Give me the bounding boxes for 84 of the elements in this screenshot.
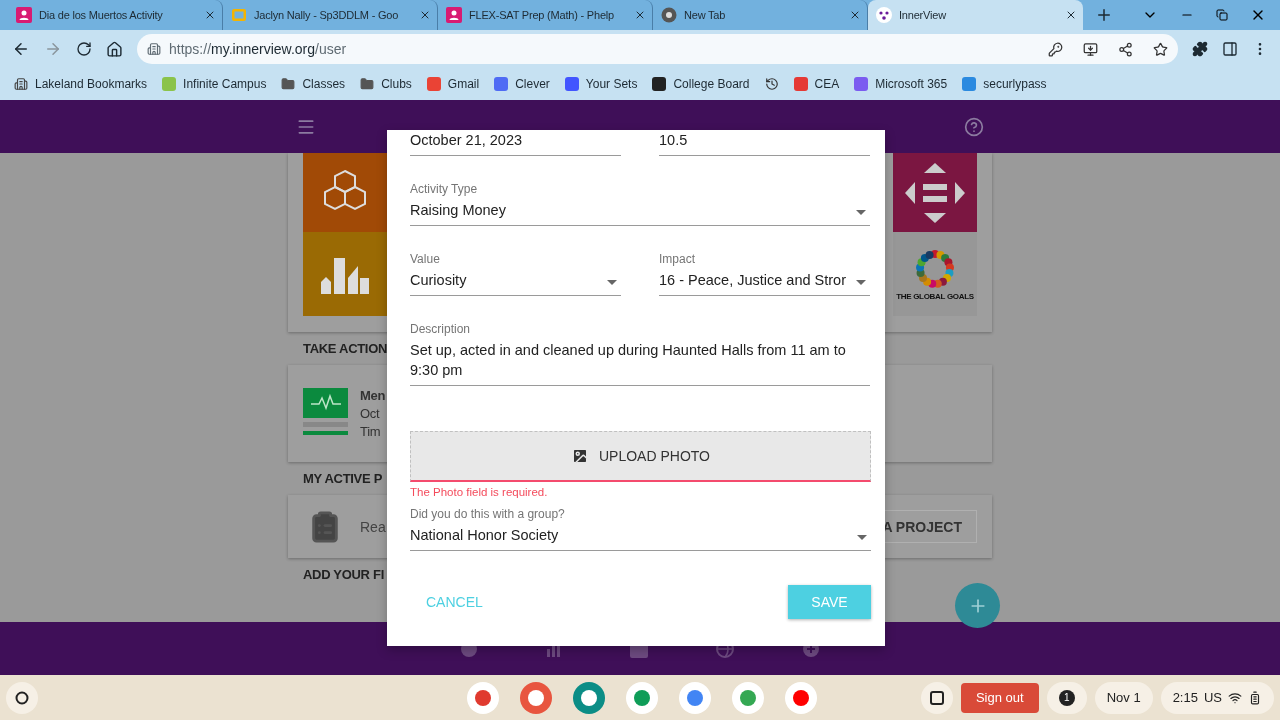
bookmark[interactable]: securlypass (962, 77, 1047, 91)
person-icon (16, 7, 32, 23)
input-field[interactable]: October 21, 2023 (410, 130, 621, 156)
app-icon[interactable] (626, 681, 658, 714)
home-icon[interactable] (106, 40, 123, 58)
error-message: The Photo field is required. (410, 486, 549, 498)
app-icon[interactable] (520, 681, 552, 714)
back-icon[interactable] (12, 40, 30, 58)
select-field[interactable]: Value Curiosity (410, 251, 621, 296)
sdg-panel-logo-icon (303, 388, 348, 436)
restore-icon[interactable] (1216, 9, 1228, 21)
app-icon[interactable] (732, 681, 764, 714)
browser-logo-icon (661, 7, 677, 23)
close-icon[interactable] (1065, 9, 1077, 21)
launcher-icon (15, 690, 29, 705)
holding-space-icon[interactable] (920, 681, 953, 714)
app-icon[interactable] (467, 681, 499, 714)
select-field[interactable]: Impact 16 - Peace, Justice and Stror (659, 251, 870, 296)
status-tray[interactable]: 2:15 US (1160, 681, 1274, 714)
bookmark[interactable]: Microsoft 365 (854, 77, 948, 91)
action-time: Tim (360, 424, 382, 439)
app-icon[interactable] (573, 681, 605, 714)
goals-wheel-icon (914, 247, 956, 290)
bookmark[interactable]: College Board (652, 77, 750, 91)
reload-icon[interactable] (76, 41, 92, 57)
tab-title: Dia de los Muertos Activity (39, 9, 163, 21)
goals-logo-text: THE GLOBAL GOALS (896, 291, 974, 301)
new-tab-icon[interactable] (1095, 6, 1113, 24)
close-icon[interactable] (634, 9, 646, 21)
side-panel-icon[interactable] (1222, 41, 1238, 57)
launcher-button[interactable] (6, 681, 38, 714)
app-icon[interactable] (785, 681, 817, 714)
sign-out-button[interactable]: Sign out (960, 682, 1039, 713)
wifi-icon (1228, 690, 1242, 705)
bookmark[interactable]: Clever (494, 77, 550, 91)
url-text: https://my.innerview.org/user (169, 41, 347, 57)
section-heading: TAKE ACTION (303, 340, 388, 358)
address-bar[interactable]: https://my.innerview.org/user (137, 34, 1178, 64)
image-icon (571, 447, 589, 465)
bookmark[interactable]: Your Sets (564, 77, 638, 91)
tab-title: FLEX-SAT Prep (Math) - Phelp (469, 9, 614, 21)
install-icon[interactable] (1083, 41, 1098, 57)
close-icon[interactable] (204, 9, 216, 21)
select-field[interactable]: Did you do this with a group? National Honor Society (410, 506, 871, 551)
bookmarks-icon (14, 77, 28, 91)
key-icon[interactable] (1048, 41, 1063, 57)
folder-icon (360, 77, 375, 91)
app-icon[interactable] (679, 681, 711, 714)
person-icon (446, 7, 462, 23)
section-heading: MY ACTIVE P (303, 470, 383, 488)
close-icon[interactable] (849, 9, 861, 21)
action-title: Men (360, 388, 386, 403)
bookmark[interactable]: Classes (281, 77, 346, 91)
bookmark[interactable]: Gmail (426, 77, 480, 91)
tab-title: New Tab (684, 9, 726, 21)
battery-icon (1248, 690, 1262, 705)
notification-tray[interactable]: 1 (1046, 681, 1087, 714)
slides-icon (231, 7, 247, 23)
star-icon[interactable] (1153, 41, 1168, 57)
tab-title: InnerView (899, 9, 946, 21)
bookmark[interactable]: Clubs (360, 77, 412, 91)
bookmark[interactable]: Infinite Campus (162, 77, 267, 91)
action-date: Oct (360, 406, 381, 421)
browser-tab[interactable]: InnerView (868, 0, 1083, 30)
site-info-icon[interactable] (147, 42, 161, 56)
section-heading: ADD YOUR FI (303, 566, 384, 584)
bookmark[interactable]: Lakeland Bookmarks (14, 77, 148, 91)
add-button[interactable] (955, 583, 1000, 628)
logo-icon (876, 7, 892, 23)
select-field[interactable]: Activity Type Raising Money (410, 181, 870, 226)
share-icon[interactable] (1118, 41, 1133, 57)
history-icon[interactable] (764, 77, 779, 91)
close-icon[interactable] (419, 9, 431, 21)
date-tray[interactable]: Nov 1 (1094, 681, 1153, 714)
help-icon[interactable] (964, 116, 984, 137)
extensions-icon[interactable] (1192, 41, 1208, 57)
bookmark[interactable]: CEA (793, 77, 840, 91)
upload-photo-button[interactable]: UPLOAD PHOTO (410, 431, 871, 482)
input-field[interactable]: 10.5 (659, 130, 870, 156)
folder-icon (281, 77, 296, 91)
input-field[interactable]: Description Set up, acted in and cleaned up during Haunted Halls from 11 am to 9:30 pm (410, 321, 870, 386)
project-text: Rea (360, 518, 386, 535)
arrows-icon (903, 160, 967, 225)
tab-title: Jaclyn Nally - Sp3DDLM - Goo (254, 9, 399, 21)
